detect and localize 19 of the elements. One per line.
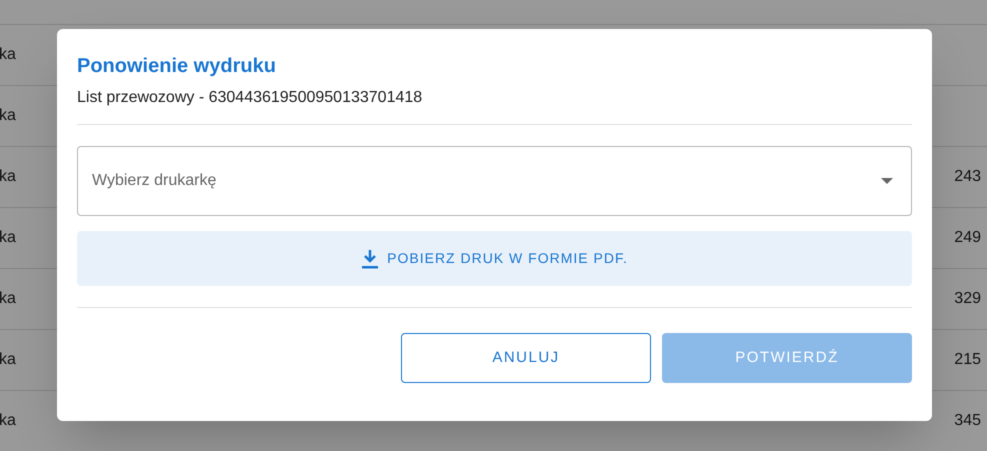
table-cell-text: ka [0, 45, 16, 65]
table-cell-text: ka [0, 289, 16, 309]
printer-select[interactable]: Wybierz drukarkę [77, 146, 912, 216]
table-cell-text: 243 [954, 167, 981, 187]
download-icon [361, 248, 380, 268]
download-pdf-button[interactable]: POBIERZ DRUK W FORMIE PDF. [77, 231, 912, 286]
dialog-title: Ponowienie wydruku [77, 54, 277, 79]
table-cell-text: 329 [954, 289, 981, 309]
table-cell-text: 345 [954, 411, 981, 431]
dialog-subtitle: List przewozowy - 630443619500950133701418 [77, 88, 424, 108]
table-cell-text: 215 [954, 350, 981, 370]
table-cell-text: 249 [954, 228, 981, 248]
table-cell-text: ka [0, 411, 16, 431]
table-cell-text: ka [0, 350, 16, 370]
table-cell-text: ka [0, 228, 16, 248]
cancel-button[interactable]: ANULUJ [401, 333, 651, 383]
dropdown-caret-icon [881, 178, 893, 184]
table-cell-text: ka [0, 167, 16, 187]
table-cell-text: ka [0, 106, 16, 126]
